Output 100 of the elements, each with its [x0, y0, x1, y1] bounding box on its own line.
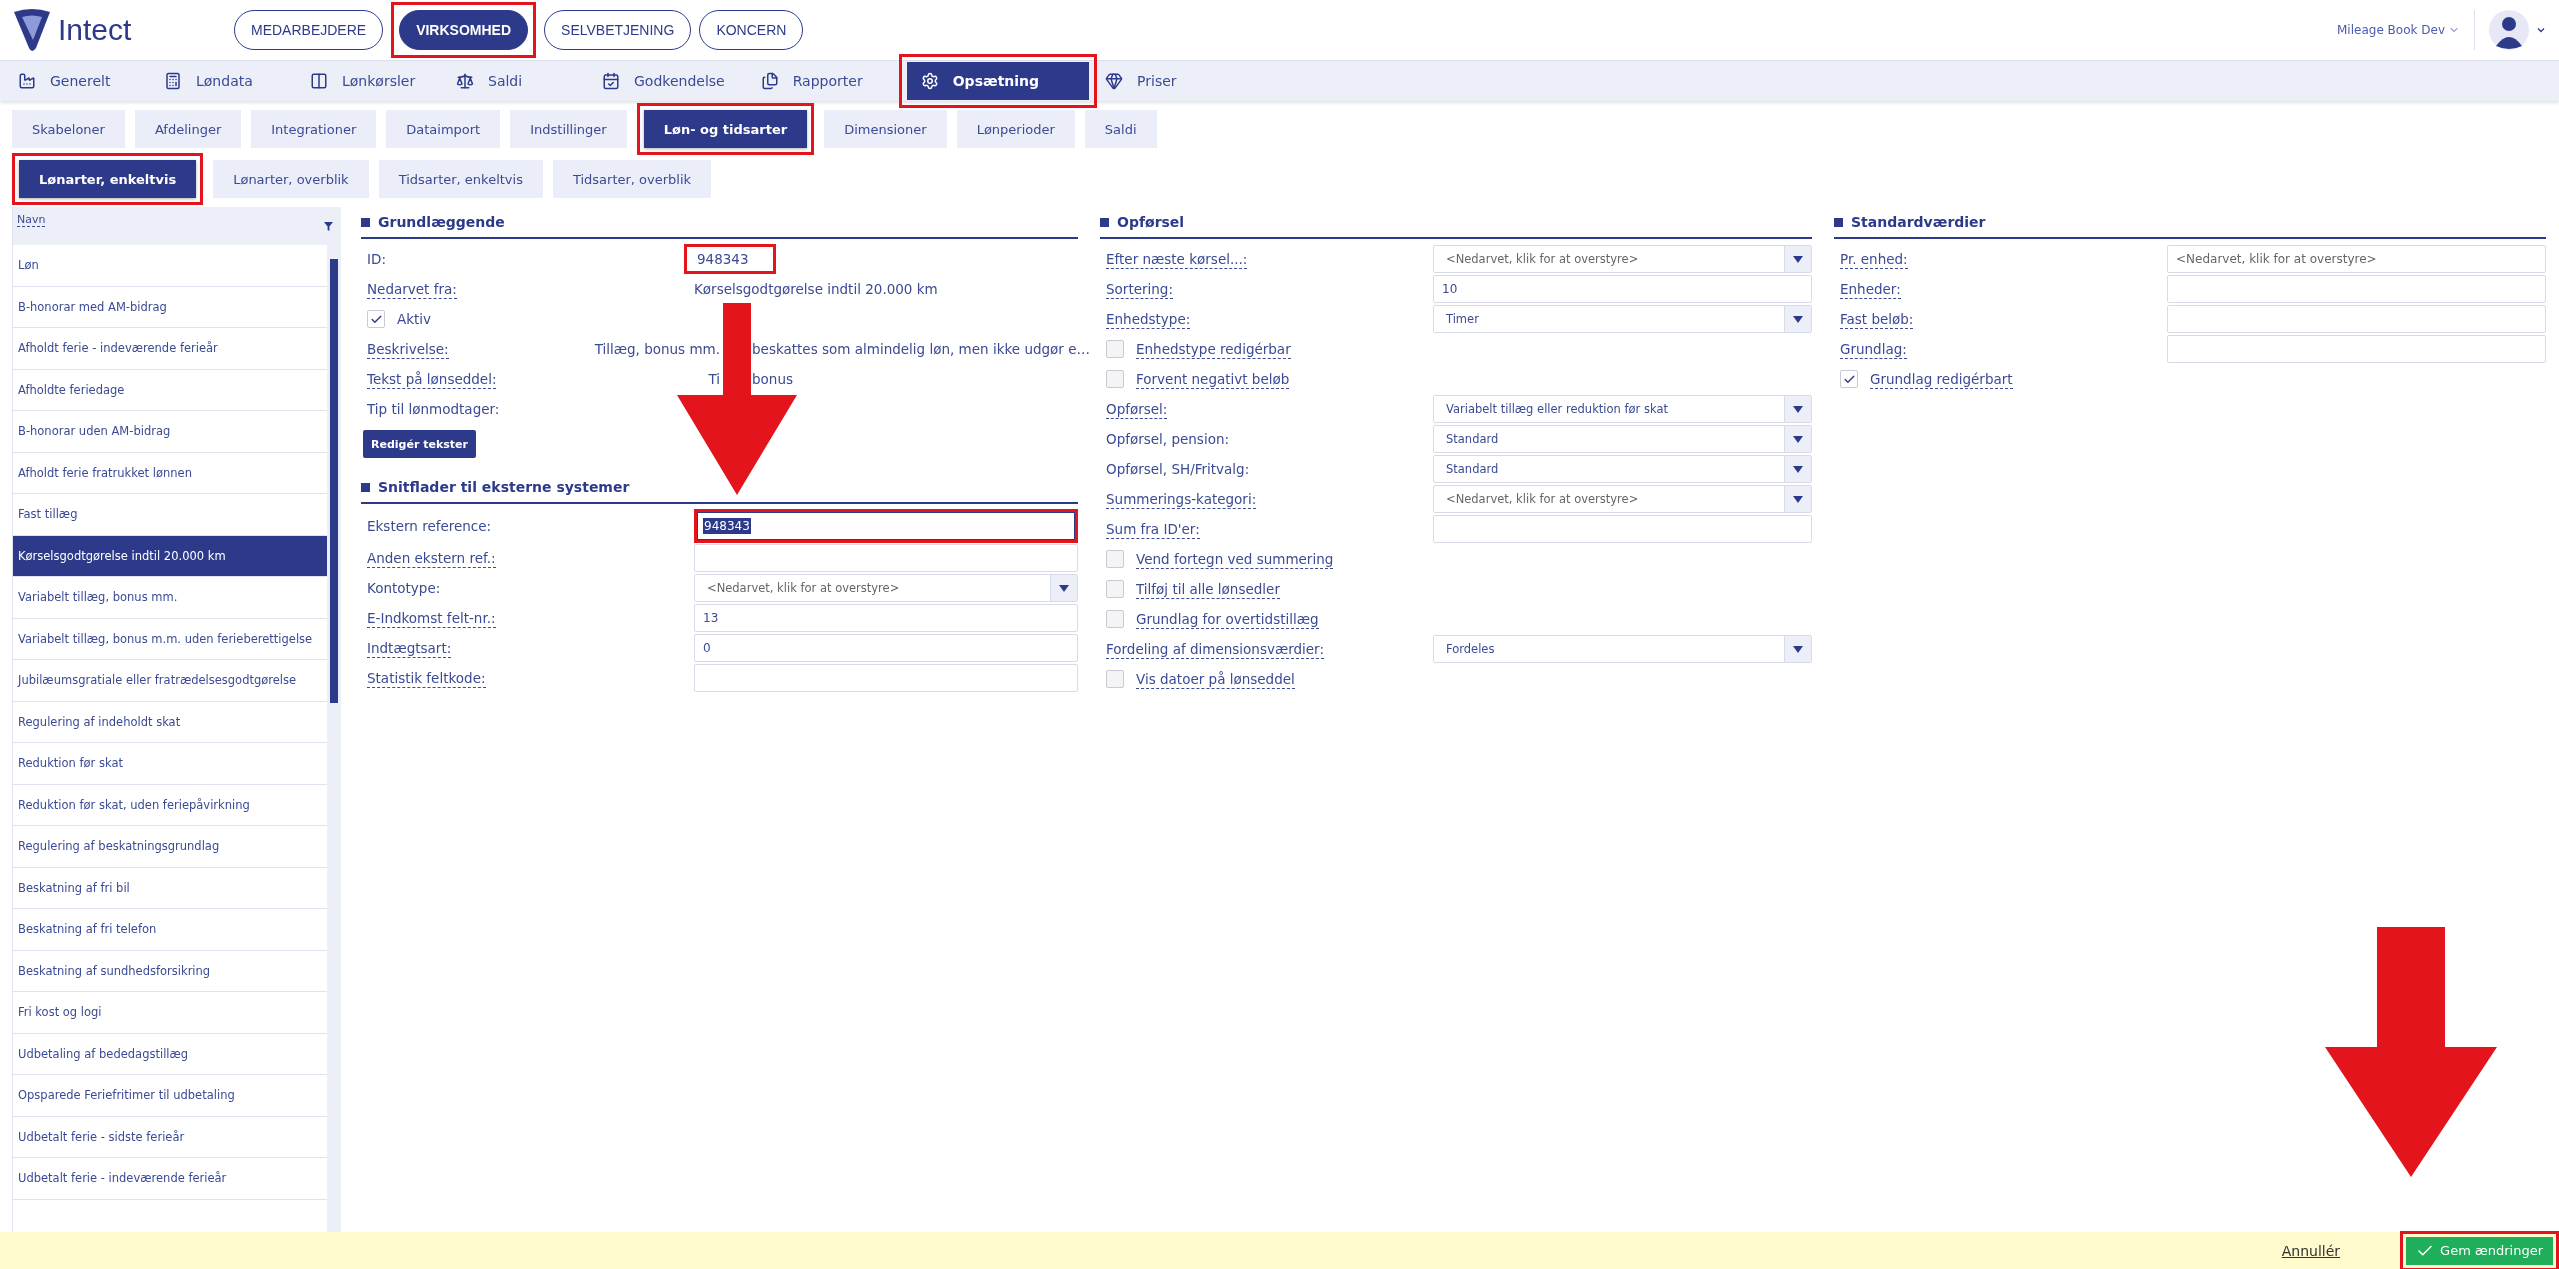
sub-tab[interactable]: Løn- og tidsarter	[643, 110, 808, 148]
input-field[interactable]: 948343	[697, 512, 1075, 540]
top-tab[interactable]: VIRKSOMHED	[399, 10, 529, 50]
sub-tab[interactable]: Afdelinger	[134, 110, 242, 148]
bullet-icon	[361, 482, 370, 492]
edit-texts-button[interactable]: Redigér tekster	[363, 430, 476, 458]
field-label: Opførsel:	[1106, 399, 1168, 419]
field-value: Ti	[708, 371, 720, 387]
field-label: Tekst på lønseddel:	[367, 369, 497, 389]
field-label: Nedarvet fra:	[367, 279, 457, 299]
checkbox-label: Vis datoer på lønseddel	[1136, 669, 1295, 689]
input-field[interactable]: <Nedarvet, klik for at overstyre>	[2167, 245, 2546, 273]
filter-icon[interactable]	[324, 221, 333, 231]
files-icon	[760, 72, 779, 90]
field-value: Tillæg, bonus mm.	[594, 341, 720, 357]
nav-item[interactable]: Godkendelse	[594, 62, 753, 100]
field-label: Opførsel, SH/Fritvalg:	[1106, 459, 1250, 479]
field-label: Pr. enhed:	[1840, 249, 1908, 269]
nav-item[interactable]: Generelt	[10, 62, 156, 100]
checkbox[interactable]	[367, 310, 385, 328]
sub-tab[interactable]: Dataimport	[386, 110, 501, 148]
field-label: Opførsel, pension:	[1106, 429, 1229, 449]
field-label: Enhedstype:	[1106, 309, 1191, 329]
field-label: Indtægtsart:	[367, 638, 452, 658]
input-field[interactable]	[1433, 515, 1812, 543]
top-tab[interactable]: KONCERN	[699, 10, 804, 50]
sub-tab[interactable]: Lønarter, enkeltvis	[19, 160, 197, 198]
sub-tab[interactable]: Skabeloner	[12, 110, 125, 148]
field-label: Ekstern reference:	[367, 516, 492, 536]
field-value: beskattes som almindelig løn, men ikke udgør e…	[752, 341, 1090, 357]
sub-tab[interactable]: Indstillinger	[510, 110, 627, 148]
company-selector[interactable]: Mileage Book Dev	[2337, 23, 2460, 37]
input-field[interactable]: 10	[1433, 275, 1812, 303]
checkbox-label: Forvent negativt beløb	[1136, 369, 1290, 389]
field-label: Statistik feltkode:	[367, 668, 486, 688]
top-tab[interactable]: SELVBETJENING	[544, 10, 692, 50]
gem-icon	[1105, 72, 1124, 90]
avatar-icon[interactable]	[2489, 10, 2529, 50]
columns-icon	[310, 72, 328, 90]
nav-item[interactable]: Lønkørsler	[302, 62, 448, 100]
input-field[interactable]	[2167, 335, 2546, 363]
input-field[interactable]: 0	[694, 634, 1078, 662]
dropdown-field[interactable]: <Nedarvet, klik for at overstyre>	[694, 574, 1078, 602]
input-field[interactable]	[694, 664, 1078, 692]
dropdown-field[interactable]: Variabelt tillæg eller reduktion før skat	[1433, 395, 1812, 423]
sub-tab[interactable]: Integrationer	[251, 110, 377, 148]
field-label: Summerings-kategori:	[1106, 489, 1257, 509]
field-label: Fordeling af dimensionsværdier:	[1106, 639, 1324, 659]
nav-item[interactable]: Priser	[1097, 62, 1244, 100]
checkbox[interactable]	[1106, 370, 1124, 388]
field-label: ID:	[367, 249, 386, 269]
checkbox[interactable]	[1106, 580, 1124, 598]
field-label: Fast beløb:	[1840, 309, 1914, 329]
sub-tab[interactable]: Saldi	[1084, 110, 1157, 148]
field-value: bonus	[752, 371, 793, 387]
input-field[interactable]	[2167, 275, 2546, 303]
field-label: Sortering:	[1106, 279, 1173, 299]
checkbox[interactable]	[1106, 610, 1124, 628]
sub-tab[interactable]: Tidsarter, overblik	[552, 160, 712, 198]
caret-icon	[1793, 435, 1803, 443]
sub-tab[interactable]: Lønperioder	[956, 110, 1075, 148]
caret-icon	[1793, 405, 1803, 413]
field-label: Beskrivelse:	[367, 339, 449, 359]
calendar-check-icon	[602, 72, 620, 90]
checkbox[interactable]	[1106, 550, 1124, 568]
nav-item[interactable]: Opsætning	[906, 62, 1090, 100]
input-field[interactable]: 13	[694, 604, 1078, 632]
bullet-icon	[361, 217, 370, 227]
field-label: Enheder:	[1840, 279, 1901, 299]
section-title: Opførsel	[1117, 214, 1185, 230]
list-item[interactable]: Kørselsgodtgørelse indtil 20.000 km	[13, 535, 327, 577]
dropdown-field[interactable]: <Nedarvet, klik for at overstyre>	[1433, 485, 1812, 513]
dropdown-field[interactable]: Standard	[1433, 455, 1812, 483]
input-field[interactable]	[694, 544, 1078, 572]
input-field[interactable]	[2167, 305, 2546, 333]
field-label: Sum fra ID'er:	[1106, 519, 1200, 539]
sub-tab[interactable]: Tidsarter, enkeltvis	[378, 160, 543, 198]
caret-icon	[1793, 645, 1803, 653]
section-title: Snitflader til eksterne systemer	[378, 479, 630, 495]
field-value: Kørselsgodtgørelse indtil 20.000 km	[694, 281, 938, 297]
scrollbar[interactable]	[327, 245, 341, 1232]
section-title: Standardværdier	[1851, 214, 1986, 230]
nav-item[interactable]: Rapporter	[752, 62, 899, 100]
checkbox[interactable]	[1840, 370, 1858, 388]
dropdown-field[interactable]: <Nedarvet, klik for at overstyre>	[1433, 245, 1812, 273]
checkbox[interactable]	[1106, 340, 1124, 358]
dropdown-field[interactable]: Timer	[1433, 305, 1812, 333]
dropdown-field[interactable]: Standard	[1433, 425, 1812, 453]
logo-text: Intect	[58, 13, 132, 47]
cancel-link[interactable]: Annullér	[2281, 1242, 2341, 1259]
sub-tab[interactable]: Lønarter, overblik	[213, 160, 369, 198]
column-header[interactable]: Navn	[17, 213, 46, 227]
nav-item[interactable]: Saldi	[448, 62, 594, 100]
nav-item[interactable]: Løndata	[156, 62, 302, 100]
sub-tab[interactable]: Dimensioner	[824, 110, 947, 148]
factory-icon	[18, 72, 36, 90]
checkbox[interactable]	[1106, 670, 1124, 688]
dropdown-field[interactable]: Fordeles	[1433, 635, 1812, 663]
field-label: Anden ekstern ref.:	[367, 548, 496, 568]
top-tab[interactable]: MEDARBEJDERE	[234, 10, 384, 50]
